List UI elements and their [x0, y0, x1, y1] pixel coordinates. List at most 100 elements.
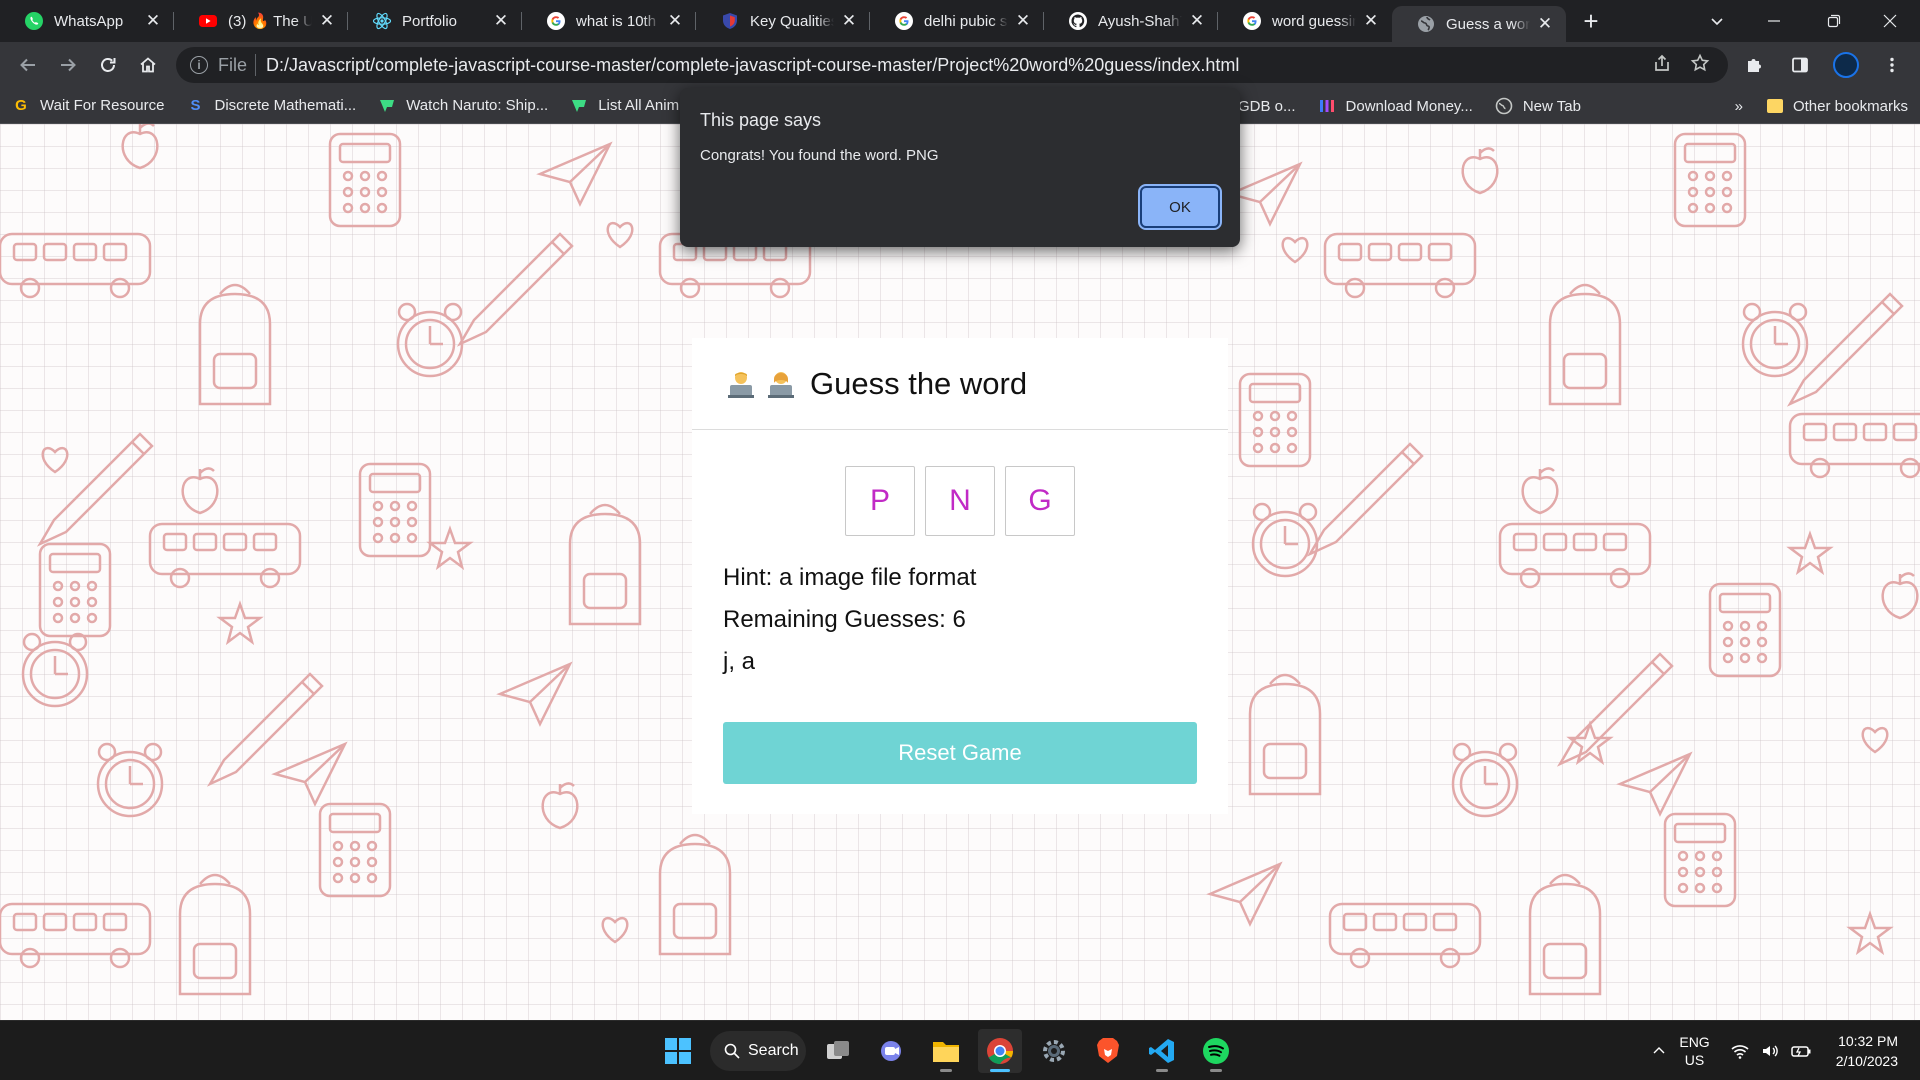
language-indicator[interactable]: ENG US	[1679, 1033, 1709, 1069]
tab-title: Portfolio	[402, 12, 458, 30]
tab-strip: WhatsApp ✕ (3) 🔥 The Ult ✕ Portfolio ✕ w…	[0, 0, 1920, 42]
google-icon	[894, 11, 914, 31]
tv-icon	[570, 97, 588, 115]
address-bar[interactable]: i File D:/Javascript/complete-javascript…	[176, 47, 1728, 83]
tab-word-guessing[interactable]: word guessing ✕	[1218, 0, 1392, 42]
bookmark-item[interactable]: GDB o...	[1238, 98, 1296, 115]
star-icon[interactable]	[1690, 53, 1710, 78]
tab-key-qualities[interactable]: Key Qualities o ✕	[696, 0, 870, 42]
youtube-icon	[198, 11, 218, 31]
game-card: Guess the word P N G Hint: a image file …	[692, 338, 1228, 814]
taskbar-search-button[interactable]: Search	[710, 1031, 806, 1071]
bookmark-label: GDB o...	[1238, 97, 1296, 115]
file-explorer-icon[interactable]	[924, 1029, 968, 1073]
tab-whatsapp[interactable]: WhatsApp ✕	[0, 0, 174, 42]
shield-icon	[720, 11, 740, 31]
tab-search-icon[interactable]	[1705, 9, 1729, 33]
start-windows-icon[interactable]	[656, 1029, 700, 1073]
bookmark-item[interactable]: S Discrete Mathemati...	[186, 97, 356, 115]
close-icon[interactable]: ✕	[1362, 11, 1380, 30]
bookmark-label: List All Anim	[598, 97, 680, 114]
language-region: US	[1684, 1052, 1705, 1068]
bookmark-item[interactable]: G Wait For Resource	[12, 97, 164, 115]
hint-text: Hint: a image file format	[723, 564, 977, 591]
bookmark-label: Watch Naruto: Ship...	[406, 97, 549, 114]
system-tray: ENG US 10:32 PM 2/10/2023	[1639, 1021, 1920, 1080]
folder-icon	[1766, 99, 1783, 113]
close-icon[interactable]: ✕	[1014, 11, 1032, 30]
chat-camera-icon[interactable]	[870, 1029, 914, 1073]
vscode-icon[interactable]	[1140, 1029, 1184, 1073]
tray-icons[interactable]	[1730, 1041, 1812, 1061]
tab-title: Key Qualities o	[750, 12, 834, 30]
tab-google-search[interactable]: what is 10th cl ✕	[522, 0, 696, 42]
globe-icon	[1495, 97, 1513, 115]
new-tab-button[interactable]: +	[1570, 0, 1612, 42]
spotify-icon[interactable]	[1194, 1029, 1238, 1073]
info-icon[interactable]: i	[190, 56, 208, 74]
tab-delhi-public-school[interactable]: delhi pubic sch ✕	[870, 0, 1044, 42]
letter-boxes: P N G	[692, 466, 1228, 536]
running-indicator	[940, 1069, 952, 1072]
s-icon: S	[190, 97, 201, 114]
tab-title: Guess a word	[1446, 15, 1530, 33]
task-view-icon[interactable]	[816, 1029, 860, 1073]
omnibox-actions	[1652, 47, 1710, 83]
close-icon[interactable]: ✕	[318, 11, 336, 30]
technologist-emoji-icon	[768, 371, 794, 398]
chrome-icon[interactable]	[978, 1029, 1022, 1073]
close-icon[interactable]: ✕	[492, 11, 510, 30]
restore-icon[interactable]	[1804, 0, 1864, 42]
globe-icon	[1416, 14, 1436, 34]
clock[interactable]: 10:32 PM 2/10/2023	[1836, 1031, 1898, 1071]
bookmark-label: Wait For Resource	[40, 97, 165, 114]
google-icon: G	[15, 97, 27, 114]
home-icon[interactable]	[128, 45, 168, 85]
tab-title: what is 10th cl	[576, 12, 660, 30]
chevron-up-icon[interactable]	[1639, 1043, 1679, 1059]
url-divider	[255, 54, 257, 76]
close-icon[interactable]: ✕	[1188, 11, 1206, 30]
bookmarks-right: » Other bookmarks	[1735, 88, 1908, 124]
tab-github[interactable]: Ayush-Shah7 ✕	[1044, 0, 1218, 42]
wifi-icon	[1731, 1045, 1749, 1059]
dialog-title: This page says	[700, 110, 822, 130]
bookmark-item[interactable]: List All Anim	[570, 97, 679, 115]
share-icon[interactable]	[1652, 53, 1672, 78]
reset-game-button[interactable]: Reset Game	[723, 722, 1197, 784]
running-indicator	[1210, 1069, 1222, 1072]
bookmark-label: Other bookmarks	[1792, 97, 1908, 115]
close-icon[interactable]: ✕	[1536, 14, 1554, 33]
ok-button[interactable]: OK	[1138, 184, 1222, 230]
brave-icon[interactable]	[1086, 1029, 1130, 1073]
bookmarks-overflow-button[interactable]: »	[1735, 98, 1743, 115]
search-icon	[724, 1043, 740, 1059]
forward-arrow-icon[interactable]	[48, 45, 88, 85]
close-window-icon[interactable]	[1860, 0, 1920, 42]
menu-dots-icon[interactable]	[1872, 45, 1912, 85]
avatar[interactable]	[1826, 45, 1866, 85]
tab-youtube[interactable]: (3) 🔥 The Ult ✕	[174, 0, 348, 42]
reload-icon[interactable]	[88, 45, 128, 85]
side-panel-icon[interactable]	[1780, 45, 1820, 85]
settings-gear-icon[interactable]	[1032, 1029, 1076, 1073]
running-indicator	[1156, 1069, 1168, 1072]
close-icon[interactable]: ✕	[144, 11, 162, 30]
url-scheme: File	[218, 54, 248, 75]
extensions-puzzle-icon[interactable]	[1734, 45, 1774, 85]
tab-portfolio[interactable]: Portfolio ✕	[348, 0, 522, 42]
bookmark-item[interactable]: Watch Naruto: Ship...	[378, 97, 548, 115]
page-title: Guess the word	[810, 365, 1028, 401]
bookmark-item[interactable]: New Tab	[1495, 97, 1581, 115]
url-text[interactable]: D:/Javascript/complete-javascript-course…	[266, 55, 1239, 76]
minimize-icon[interactable]	[1744, 0, 1804, 42]
toolbar: i File D:/Javascript/complete-javascript…	[0, 42, 1920, 88]
close-icon[interactable]: ✕	[840, 11, 858, 30]
back-arrow-icon[interactable]	[8, 45, 48, 85]
other-bookmarks[interactable]: Other bookmarks	[1766, 97, 1908, 115]
tab-guess-a-word[interactable]: Guess a word ✕	[1392, 6, 1566, 42]
close-icon[interactable]: ✕	[666, 11, 684, 30]
bookmark-item[interactable]: Download Money...	[1318, 97, 1473, 115]
tab-title: word guessing	[1272, 12, 1356, 30]
bookmark-label: Download Money...	[1345, 97, 1473, 115]
